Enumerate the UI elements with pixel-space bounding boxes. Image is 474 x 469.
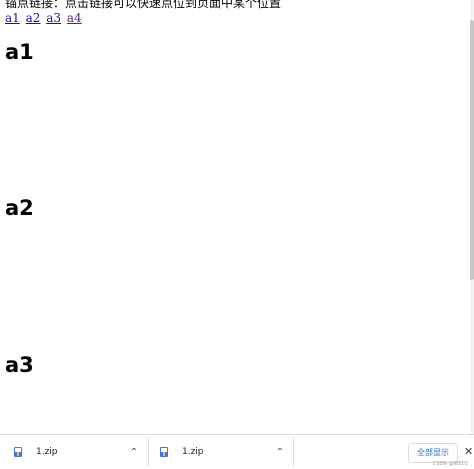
download-bar: 1.zip ⌃ 1.zip ⌃ 全部显示 ✕ CSDN @IBE03 [0,434,474,469]
anchor-link-a2[interactable]: a2 [26,11,41,25]
intro-text: 锚点链接：点击链接可以快速点位到页面中某个位置 [5,0,282,10]
anchor-links: a1 a2 a3 a4 [5,11,84,25]
zip-file-icon [12,446,24,458]
download-item[interactable]: 1.zip ⌃ [152,438,294,466]
scrollbar-thumb[interactable] [470,20,474,280]
page-content: 锚点链接：点击链接可以快速点位到页面中某个位置 a1 a2 a3 a4 a1 a… [0,0,470,434]
download-item[interactable]: 1.zip ⌃ [6,438,148,466]
watermark: CSDN @IBE03 [432,461,468,467]
download-filename: 1.zip [182,447,204,457]
heading-a1: a1 [5,40,34,64]
divider [293,438,294,466]
anchor-link-a4[interactable]: a4 [67,11,82,25]
download-filename: 1.zip [36,447,58,457]
show-all-button[interactable]: 全部显示 [408,443,458,463]
heading-a2: a2 [5,196,34,220]
anchor-link-a3[interactable]: a3 [46,11,61,25]
chevron-up-icon[interactable]: ⌃ [126,447,142,458]
zip-file-icon [158,446,170,458]
close-icon[interactable]: ✕ [464,445,473,459]
heading-a3: a3 [5,353,34,377]
anchor-link-a1[interactable]: a1 [5,11,20,25]
chevron-up-icon[interactable]: ⌃ [272,447,288,458]
vertical-scrollbar[interactable] [470,0,474,434]
divider [148,438,149,466]
